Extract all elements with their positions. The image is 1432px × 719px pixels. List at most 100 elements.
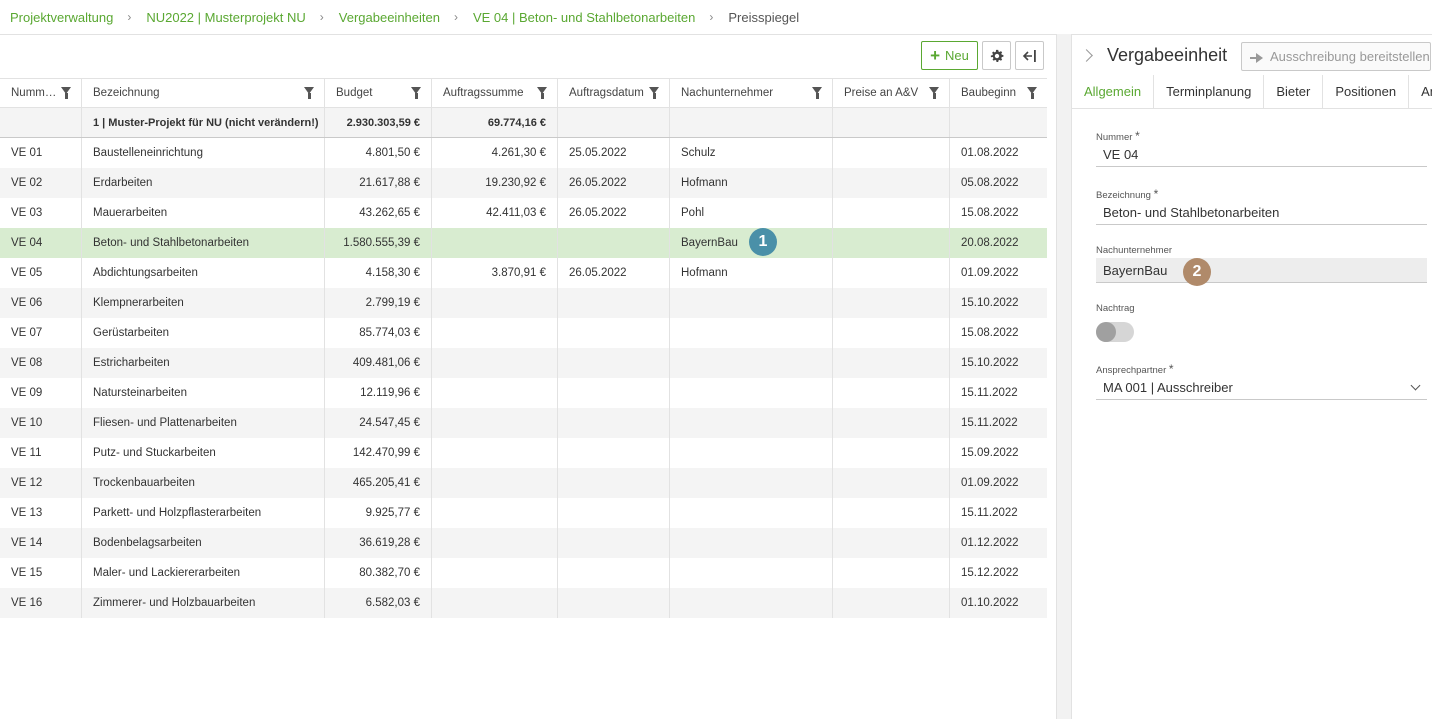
collapse-right-icon xyxy=(1022,49,1036,62)
table-row[interactable]: VE 01 Baustelleneinrichtung 4.801,50 €4.26… xyxy=(0,138,1047,168)
nachtrag-toggle[interactable] xyxy=(1096,322,1134,342)
bezeichnung-label: Bezeichnung xyxy=(1096,190,1151,201)
tab-allgemein[interactable]: Allgemein xyxy=(1072,75,1155,108)
column-header-nummer[interactable]: Numm… xyxy=(0,79,82,107)
chevron-right-icon[interactable] xyxy=(1080,48,1093,62)
share-arrow-icon xyxy=(1250,51,1264,63)
cell-auftragsdatum: 25.05.2022 xyxy=(558,138,670,168)
cell-budget: 24.547,45 € xyxy=(325,408,432,438)
filter-icon[interactable] xyxy=(304,87,314,99)
cell-auftragsdatum: 26.05.2022 xyxy=(558,168,670,198)
filter-icon[interactable] xyxy=(812,87,822,99)
tab-anhaenge[interactable]: Anh xyxy=(1409,75,1432,108)
cell-budget: 142.470,99 € xyxy=(325,438,432,468)
cell-baubeginn: 15.08.2022 xyxy=(961,327,1019,339)
breadcrumb-ve04[interactable]: VE 04 | Beton- und Stahlbetonarbeiten xyxy=(473,10,695,25)
gear-icon xyxy=(990,49,1003,62)
detail-tabs: Allgemein Terminplanung Bieter Positione… xyxy=(1072,75,1432,109)
required-mark: * xyxy=(1168,362,1174,376)
cell-auftragsdatum xyxy=(558,318,670,348)
table-row[interactable]: VE 04 Beton- und Stahlbetonarbeiten 1.580.… xyxy=(0,228,1047,258)
cell-bezeichnung: Erdarbeiten xyxy=(82,168,325,198)
scrollbar[interactable] xyxy=(1057,34,1071,719)
column-header-baubeginn[interactable]: Baubeginn xyxy=(950,79,1047,107)
bezeichnung-input[interactable]: Beton- und Stahlbetonarbeiten xyxy=(1096,200,1427,225)
chevron-right-icon: › xyxy=(453,10,458,24)
cell-budget: 465.205,41 € xyxy=(325,468,432,498)
share-tender-button[interactable]: Ausschreibung bereitstellen xyxy=(1241,42,1431,71)
chevron-down-icon[interactable] xyxy=(1410,380,1421,390)
table-row[interactable]: VE 08 Estricharbeiten 409.481,06 € 15.10.20… xyxy=(0,348,1047,378)
cell-nummer: VE 13 xyxy=(0,498,82,528)
vergabe-table: Numm… Bezeichnung Budget Auftragssumme A… xyxy=(0,78,1047,618)
field-ansprechpartner: Ansprechpartner * MA 001 | Ausschreiber xyxy=(1096,362,1427,400)
table-row[interactable]: VE 15 Maler- und Lackiererarbeiten 80.382,… xyxy=(0,558,1047,588)
ansprechpartner-value: MA 001 | Ausschreiber xyxy=(1103,379,1233,395)
column-header-auftragsdatum[interactable]: Auftragsdatum xyxy=(558,79,670,107)
cell-auftragsdatum xyxy=(558,438,670,468)
cell-nachunternehmer xyxy=(670,348,833,378)
filter-icon[interactable] xyxy=(61,87,71,99)
column-header-preise[interactable]: Preise an A&V xyxy=(833,79,950,107)
cell-nachunternehmer xyxy=(670,528,833,558)
tab-bieter[interactable]: Bieter xyxy=(1264,75,1324,108)
nachunternehmer-label: Nachunternehmer xyxy=(1096,245,1173,256)
cell-nachunternehmer xyxy=(670,378,833,408)
breadcrumb-projektverwaltung[interactable]: Projektverwaltung xyxy=(10,10,113,25)
settings-button[interactable] xyxy=(982,41,1011,70)
filter-icon[interactable] xyxy=(411,87,421,99)
collapse-panel-button[interactable] xyxy=(1015,41,1044,70)
table-row[interactable]: VE 14 Bodenbelagsarbeiten 36.619,28 € 01.12… xyxy=(0,528,1047,558)
cell-preise xyxy=(833,468,950,498)
table-row[interactable]: VE 03 Mauerarbeiten 43.262,65 €42.411,03 €… xyxy=(0,198,1047,228)
cell-auftragssumme xyxy=(432,498,558,528)
column-header-budget[interactable]: Budget xyxy=(325,79,432,107)
table-row[interactable]: VE 11 Putz- und Stuckarbeiten 142.470,99 €… xyxy=(0,438,1047,468)
cell-nummer: VE 08 xyxy=(0,348,82,378)
table-row[interactable]: VE 07 Gerüstarbeiten 85.774,03 € 15.08.2022 xyxy=(0,318,1047,348)
table-row[interactable]: VE 05 Abdichtungsarbeiten 4.158,30 €3.870,… xyxy=(0,258,1047,288)
cell-preise xyxy=(833,138,950,168)
breadcrumb-vergabeeinheiten[interactable]: Vergabeeinheiten xyxy=(339,10,440,25)
table-row[interactable]: VE 10 Fliesen- und Plattenarbeiten 24.547,… xyxy=(0,408,1047,438)
cell-auftragsdatum xyxy=(558,378,670,408)
cell-auftragssumme: 3.870,91 € xyxy=(432,258,558,288)
cell-baubeginn: 15.09.2022 xyxy=(961,447,1019,459)
breadcrumb-project[interactable]: NU2022 | Musterprojekt NU xyxy=(146,10,305,25)
cell-auftragssumme xyxy=(432,318,558,348)
column-header-bezeichnung[interactable]: Bezeichnung xyxy=(82,79,325,107)
cell-baubeginn: 20.08.2022 xyxy=(961,237,1019,249)
table-row[interactable]: VE 12 Trockenbauarbeiten 465.205,41 € 01.09… xyxy=(0,468,1047,498)
group-summary-row[interactable]: 1 | Muster-Projekt für NU (nicht verände… xyxy=(0,108,1047,138)
cell-auftragsdatum xyxy=(558,408,670,438)
cell-budget: 1.580.555,39 € xyxy=(325,228,432,258)
cell-budget: 4.158,30 € xyxy=(325,258,432,288)
filter-icon[interactable] xyxy=(649,87,659,99)
ansprechpartner-label: Ansprechpartner xyxy=(1096,365,1167,376)
cell-bezeichnung: Estricharbeiten xyxy=(82,348,325,378)
table-row[interactable]: VE 06 Klempnerarbeiten 2.799,19 € 15.10.202… xyxy=(0,288,1047,318)
new-button[interactable]: + Neu xyxy=(921,41,978,70)
table-row[interactable]: VE 09 Natursteinarbeiten 12.119,96 € 15.11.… xyxy=(0,378,1047,408)
filter-icon[interactable] xyxy=(929,87,939,99)
tab-positionen[interactable]: Positionen xyxy=(1323,75,1410,108)
cell-budget: 21.617,88 € xyxy=(325,168,432,198)
table-header: Numm… Bezeichnung Budget Auftragssumme A… xyxy=(0,78,1047,108)
table-row[interactable]: VE 02 Erdarbeiten 21.617,88 €19.230,92 €26… xyxy=(0,168,1047,198)
filter-icon[interactable] xyxy=(537,87,547,99)
column-header-nachunternehmer[interactable]: Nachunternehmer xyxy=(670,79,833,107)
nummer-input[interactable]: VE 04 xyxy=(1096,142,1427,167)
column-header-auftragssumme[interactable]: Auftragssumme xyxy=(432,79,558,107)
cell-auftragssumme: 19.230,92 € xyxy=(432,168,558,198)
cell-budget: 85.774,03 € xyxy=(325,318,432,348)
cell-preise xyxy=(833,168,950,198)
ansprechpartner-select[interactable]: MA 001 | Ausschreiber xyxy=(1096,375,1427,400)
cell-baubeginn: 05.08.2022 xyxy=(961,177,1019,189)
table-row[interactable]: VE 16 Zimmerer- und Holzbauarbeiten 6.582,… xyxy=(0,588,1047,618)
cell-nachunternehmer xyxy=(670,498,833,528)
table-row[interactable]: VE 13 Parkett- und Holzpflasterarbeiten 9.… xyxy=(0,498,1047,528)
filter-icon[interactable] xyxy=(1027,87,1037,99)
step-badge-2: 2 xyxy=(1183,258,1211,286)
tab-terminplanung[interactable]: Terminplanung xyxy=(1154,75,1265,108)
cell-budget: 409.481,06 € xyxy=(325,348,432,378)
